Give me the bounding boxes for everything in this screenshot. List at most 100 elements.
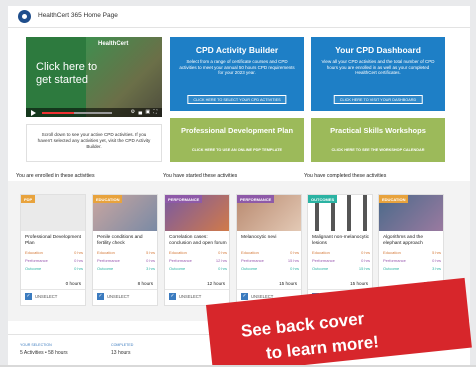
card-title[interactable]: Melanocytic nevi	[241, 235, 299, 241]
card-performance-hours: 12 hrs	[215, 258, 227, 263]
card-performance-label: Performance	[383, 258, 406, 263]
card-total-hours: 0 hours	[65, 281, 81, 286]
card-education-hours: 0 hrs	[74, 250, 83, 255]
unselect-label: UNSELECT	[35, 294, 58, 299]
card-performance-label: Performance	[97, 258, 120, 263]
activity-card[interactable]: EDUCATION Penile conditions and fertilit…	[92, 194, 158, 306]
unselect-label: UNSELECT	[179, 294, 202, 299]
cpd-dashboard-tile[interactable]: Your CPD Dashboard View all your CPD act…	[311, 37, 445, 111]
card-outcome-hours: 3 hrs	[432, 266, 441, 271]
visit-dashboard-button[interactable]: CLICK HERE TO VISIT YOUR DASHBOARD	[333, 95, 423, 104]
card-outcome-row: Outcome 0 hrs	[241, 266, 299, 271]
activity-card[interactable]: PERFORMANCE Melanocytic nevi Education 0…	[236, 194, 302, 306]
card-outcome-row: Outcome 3 hrs	[383, 266, 441, 271]
card-education-row: Education 0 hrs	[241, 250, 299, 255]
card-divider	[237, 289, 301, 290]
checkbox-checked-icon[interactable]: ✓	[241, 293, 248, 300]
card-education-label: Education	[169, 250, 187, 255]
card-education-hours: 5 hrs	[432, 250, 441, 255]
card-category-tag: PDP	[21, 195, 36, 203]
card-title[interactable]: Correlation cases: conclusion and open f…	[169, 235, 227, 247]
card-outcome-row: Outcome 3 hrs	[97, 266, 155, 271]
play-icon[interactable]	[31, 110, 36, 116]
card-outcome-label: Outcome	[241, 266, 258, 271]
card-divider	[165, 289, 229, 290]
card-performance-label: Performance	[312, 258, 335, 263]
card-education-label: Education	[241, 250, 259, 255]
practical-skills-workshops-tile[interactable]: Practical Skills Workshops CLICK HERE TO…	[311, 118, 445, 162]
checkbox-checked-icon[interactable]: ✓	[97, 293, 104, 300]
card-divider	[93, 289, 157, 290]
video-caption[interactable]: Click here to get started	[36, 61, 106, 87]
card-title[interactable]: Algorithms and the elephant approach	[383, 235, 441, 247]
card-thumbnail[interactable]: PDP	[21, 195, 85, 231]
card-title[interactable]: Professional Development Plan	[25, 235, 83, 247]
card-performance-hours: 0 hrs	[146, 258, 155, 263]
card-total-hours: 15 hours	[350, 281, 368, 286]
dashboard-title: Your CPD Dashboard	[335, 45, 421, 55]
card-education-row: Education 0 hrs	[312, 250, 370, 255]
enrolled-heading: You are enrolled in these activities	[16, 173, 95, 179]
healthcert-logo-icon[interactable]	[18, 10, 31, 23]
unselect-control[interactable]: ✓ UNSELECT	[25, 293, 57, 300]
unselect-control[interactable]: ✓ UNSELECT	[169, 293, 201, 300]
cpd-activity-builder-tile[interactable]: CPD Activity Builder Select from a range…	[170, 37, 304, 111]
card-education-row: Education 5 hrs	[97, 250, 155, 255]
card-education-label: Education	[25, 250, 43, 255]
video-progress-bar[interactable]	[42, 112, 112, 114]
card-performance-hours: 0 hrs	[432, 258, 441, 263]
builder-title: CPD Activity Builder	[195, 45, 279, 55]
card-thumbnail[interactable]: OUTCOMES	[308, 195, 372, 231]
card-thumbnail[interactable]: PERFORMANCE	[165, 195, 229, 231]
card-thumbnail[interactable]: PERFORMANCE	[237, 195, 301, 231]
card-total-hours: 8 hours	[137, 281, 153, 286]
card-education-hours: 5 hrs	[146, 250, 155, 255]
card-education-label: Education	[97, 250, 115, 255]
video-progress-fill	[42, 112, 74, 114]
pdp-title: Professional Development Plan	[180, 126, 294, 135]
card-thumbnail[interactable]: EDUCATION	[379, 195, 443, 231]
unselect-control[interactable]: ✓ UNSELECT	[97, 293, 129, 300]
card-outcome-hours: 0 hrs	[74, 266, 83, 271]
card-category-tag: EDUCATION	[93, 195, 123, 203]
card-education-row: Education 0 hrs	[169, 250, 227, 255]
card-performance-row: Performance 15 hrs	[241, 258, 299, 263]
video-brand-logo: HealthCert	[98, 41, 129, 47]
card-thumbnail[interactable]: EDUCATION	[93, 195, 157, 231]
checkbox-checked-icon[interactable]: ✓	[25, 293, 32, 300]
completed-label: COMPLETED	[111, 343, 134, 347]
card-category-tag: PERFORMANCE	[165, 195, 203, 203]
top-bar: HealthCert 365 Home Page	[8, 6, 470, 28]
completed-heading: You have completed these activities	[304, 173, 387, 179]
card-category-tag: OUTCOMES	[308, 195, 338, 203]
card-category-tag: EDUCATION	[379, 195, 409, 203]
workshop-calendar-link[interactable]: CLICK HERE TO SEE THE WORKSHOP CALENDAR	[311, 148, 445, 152]
checkbox-checked-icon[interactable]: ✓	[169, 293, 176, 300]
card-title[interactable]: Penile conditions and fertility check	[97, 235, 155, 247]
card-title[interactable]: Malignant non-melanocytic lesions	[312, 235, 370, 247]
card-performance-hours: 0 hrs	[74, 258, 83, 263]
card-performance-label: Performance	[169, 258, 192, 263]
select-activities-button[interactable]: CLICK HERE TO SELECT YOUR CPD ACTIVITIES	[187, 95, 287, 104]
get-started-video[interactable]: HealthCert Click here to get started ⚙ ▄…	[26, 37, 162, 117]
card-education-hours: 0 hrs	[218, 250, 227, 255]
card-outcome-hours: 15 hrs	[358, 266, 370, 271]
card-total-hours: 15 hours	[279, 281, 297, 286]
card-education-label: Education	[383, 250, 401, 255]
card-performance-row: Performance 0 hrs	[25, 258, 83, 263]
unselect-label: UNSELECT	[107, 294, 130, 299]
pdp-template-link[interactable]: CLICK HERE TO USE AN ONLINE PDP TEMPLATE	[170, 148, 304, 152]
card-outcome-label: Outcome	[97, 266, 114, 271]
activity-card[interactable]: PERFORMANCE Correlation cases: conclusio…	[164, 194, 230, 306]
card-outcome-row: Outcome 0 hrs	[25, 266, 83, 271]
professional-development-plan-tile[interactable]: Professional Development Plan CLICK HERE…	[170, 118, 304, 162]
card-outcome-label: Outcome	[312, 266, 329, 271]
player-settings-icons[interactable]: ⚙ ▄ ▣ ⛶	[131, 109, 158, 115]
card-performance-hours: 15 hrs	[287, 258, 299, 263]
card-outcome-hours: 3 hrs	[146, 266, 155, 271]
activity-card[interactable]: PDP Professional Development Plan Educat…	[20, 194, 86, 306]
card-outcome-hours: 0 hrs	[218, 266, 227, 271]
card-outcome-hours: 0 hrs	[290, 266, 299, 271]
card-education-row: Education 5 hrs	[383, 250, 441, 255]
scroll-hint: Scroll down to see your active CPD activ…	[26, 124, 162, 162]
